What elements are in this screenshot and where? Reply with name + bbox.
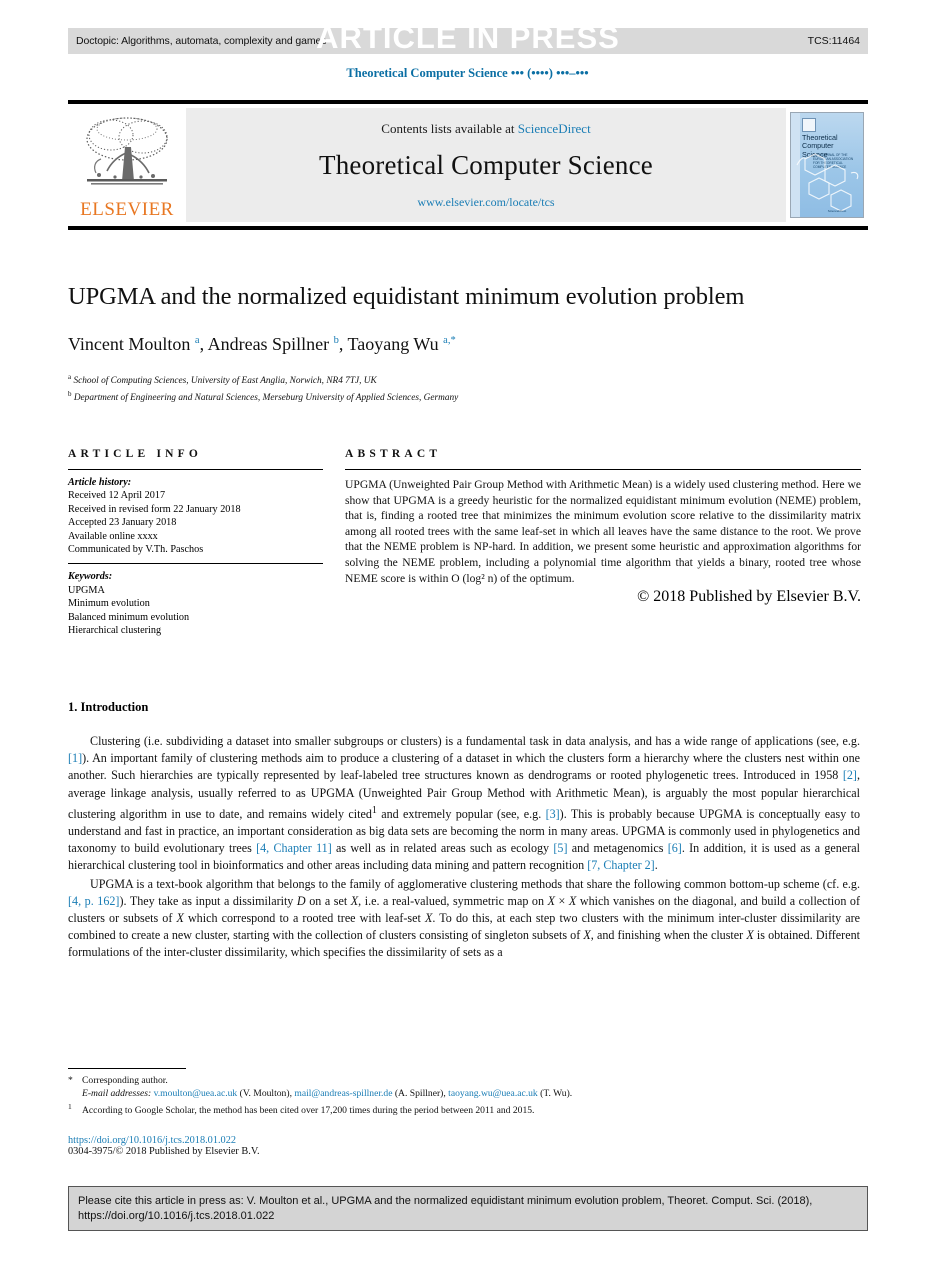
keyword-item: Balanced minimum evolution — [68, 611, 190, 623]
history-item: Available online xxxx — [68, 530, 158, 542]
footnote-separator-rule — [68, 1068, 186, 1069]
corresponding-author-text: Corresponding author. — [82, 1075, 168, 1086]
issn-copyright-line: 0304-3975/© 2018 Published by Elsevier B… — [68, 1146, 260, 1158]
masthead-center: Contents lists available at ScienceDirec… — [186, 108, 786, 222]
affiliation-text-b: Department of Engineering and Natural Sc… — [73, 392, 459, 403]
email-owner-spillner: (A. Spillner) — [394, 1088, 444, 1099]
keyword-item: Minimum evolution — [68, 598, 150, 610]
abstract-column: ABSTRACT UPGMA (Unweighted Pair Group Me… — [345, 448, 861, 606]
paper-title: UPGMA and the normalized equidistant min… — [68, 283, 745, 310]
journal-url-link[interactable]: www.elsevier.com/locate/tcs — [417, 195, 554, 210]
article-history-block: Article history: Received 12 April 2017 … — [68, 470, 323, 563]
abstract-text: UPGMA (Unweighted Pair Group Method with… — [345, 478, 861, 585]
history-item: Accepted 23 January 2018 — [68, 517, 177, 529]
abstract-copyright: © 2018 Published by Elsevier B.V. — [637, 588, 861, 606]
article-history-label: Article history: — [68, 477, 132, 488]
elsevier-logo: ELSEVIER — [68, 104, 186, 226]
keywords-label: Keywords: — [68, 571, 113, 583]
history-item: Received in revised form 22 January 2018 — [68, 503, 241, 515]
author-list: Vincent Moulton a, Andreas Spillner b, T… — [68, 334, 456, 354]
article-info-heading: ARTICLE INFO — [68, 448, 203, 460]
history-item: Received 12 April 2017 — [68, 490, 166, 502]
keywords-block: Keywords: UPGMA Minimum evolution Balanc… — [68, 564, 323, 644]
footnote-1-marker: 1 — [68, 1102, 72, 1111]
article-info-column: ARTICLE INFO Article history: Received 1… — [68, 448, 323, 644]
cite-this-article-box: Please cite this article in press as: V.… — [68, 1186, 868, 1231]
journal-title: Theoretical Computer Science — [319, 149, 653, 180]
title-block: UPGMA and the normalized equidistant min… — [68, 282, 868, 404]
email-end: . — [569, 1088, 573, 1099]
email-link-wu[interactable]: taoyang.wu@uea.ac.uk — [448, 1088, 538, 1099]
doctopic-label: Doctopic: Algorithms, automata, complexi… — [76, 35, 327, 47]
footnote-1-text: According to Google Scholar, the method … — [82, 1105, 535, 1117]
article-in-press-band: Doctopic: Algorithms, automata, complexi… — [68, 20, 868, 55]
article-code-label: TCS:11464 — [807, 35, 860, 47]
affiliation-marker-b: b — [68, 389, 72, 398]
body-paragraph-1: Clustering (i.e. subdividing a dataset i… — [68, 734, 860, 873]
email-label: E-mail addresses: — [82, 1088, 152, 1099]
email-link-moulton[interactable]: v.moulton@uea.ac.uk — [154, 1088, 238, 1099]
journal-cover-thumbnail: Theoretical Computer Science THE JOURNAL… — [786, 104, 868, 226]
contents-prefix: Contents lists available at — [381, 120, 518, 136]
sciencedirect-link[interactable]: ScienceDirect — [518, 121, 591, 136]
cover-hexagon-pattern-icon — [796, 153, 859, 212]
asterisk-icon: * — [68, 1075, 73, 1086]
elsevier-tree-icon — [86, 117, 168, 185]
keyword-item: Hierarchical clustering — [68, 625, 162, 637]
abstract-heading: ABSTRACT — [345, 448, 442, 460]
paper-page: Doctopic: Algorithms, automata, complexi… — [0, 0, 935, 1266]
corresponding-author-note: * Corresponding author. — [68, 1074, 860, 1087]
body-paragraph-2: UPGMA is a text-book algorithm that belo… — [68, 876, 860, 960]
keyword-item: UPGMA — [68, 584, 105, 596]
email-link-spillner[interactable]: mail@andreas-spillner.de — [294, 1088, 392, 1099]
doi-link[interactable]: https://doi.org/10.1016/j.tcs.2018.01.02… — [68, 1135, 860, 1146]
journal-masthead: ELSEVIER Contents lists available at Sci… — [68, 100, 868, 230]
affiliation-a: a School of Computing Sciences, Universi… — [68, 371, 868, 388]
email-owner-wu: (T. Wu) — [540, 1088, 570, 1099]
email-sep: , — [443, 1088, 446, 1099]
email-owner-moulton: (V. Moulton) — [239, 1088, 290, 1099]
contents-available-line: Contents lists available at ScienceDirec… — [381, 121, 590, 137]
cite-line-2[interactable]: https://doi.org/10.1016/j.tcs.2018.01.02… — [78, 1209, 858, 1224]
affiliation-marker-a: a — [68, 373, 72, 381]
email-addresses-line: E-mail addresses: v.moulton@uea.ac.uk (V… — [68, 1087, 860, 1100]
affiliation-b: b Department of Engineering and Natural … — [68, 388, 868, 405]
elsevier-wordmark: ELSEVIER — [80, 199, 174, 220]
history-item: Communicated by V.Th. Paschos — [68, 544, 204, 556]
cite-line-1: Please cite this article in press as: V.… — [78, 1195, 813, 1207]
footnote-1: 1 According to Google Scholar, the method… — [68, 1100, 860, 1117]
footnote-area: * Corresponding author. E-mail addresses:… — [68, 1068, 860, 1157]
email-sep: , — [289, 1088, 292, 1099]
body-column: 1. Introduction Clustering (i.e. subdivi… — [68, 700, 860, 963]
affiliation-text-a: School of Computing Sciences, University… — [73, 376, 377, 387]
journal-running-head: Theoretical Computer Science ••• (••••) … — [346, 66, 589, 80]
section-heading-introduction: 1. Introduction — [68, 700, 149, 714]
cover-footer-text: ScienceDirect — [827, 209, 847, 213]
journal-cover-image: Theoretical Computer Science THE JOURNAL… — [790, 112, 864, 218]
